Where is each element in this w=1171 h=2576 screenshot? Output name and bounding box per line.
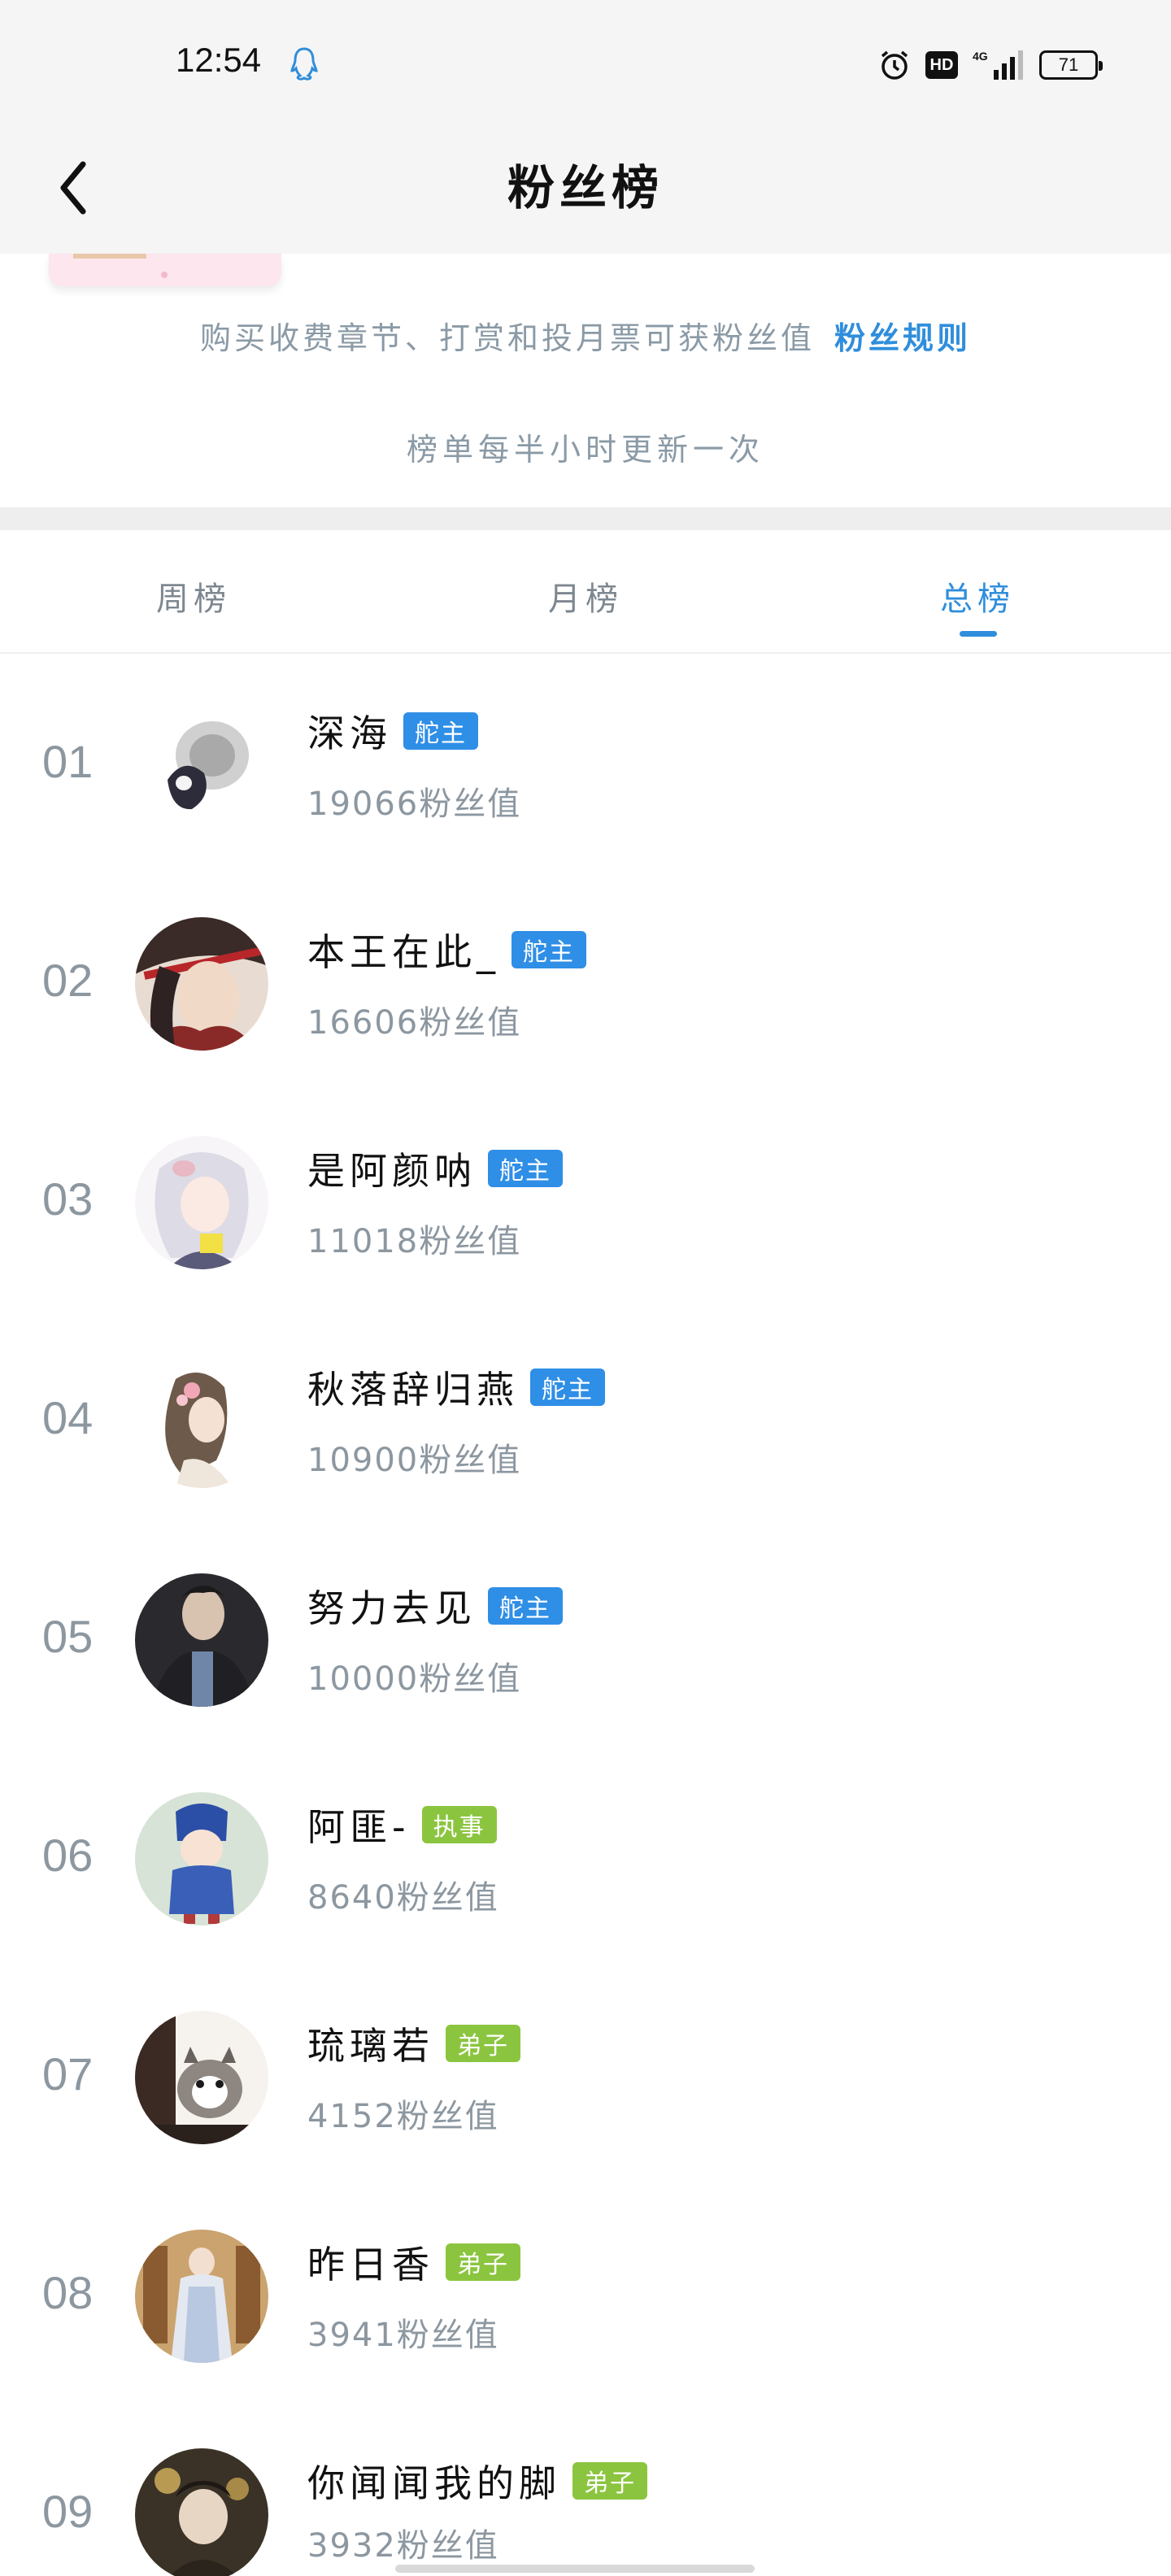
- banner-decoration: [73, 254, 146, 259]
- member-name: 昨日香: [307, 2243, 434, 2287]
- update-note: 榜单每半小时更新一次: [406, 432, 764, 468]
- rank-number: 05: [42, 1611, 94, 1662]
- list-item[interactable]: 04 秋落辞归燕 舵主 10900粉丝值: [0, 1312, 1171, 1530]
- rank-badge: 舵主: [488, 1150, 563, 1187]
- member-name-line: 琉璃若 弟子: [307, 2017, 520, 2070]
- avatar[interactable]: [135, 1355, 268, 1488]
- rank-number: 09: [42, 2486, 94, 2537]
- rank-badge: 舵主: [511, 931, 586, 968]
- member-name-line: 努力去见 舵主: [307, 1579, 563, 1633]
- tab-total[interactable]: 总榜: [940, 572, 1015, 620]
- rank-number: 06: [42, 1830, 94, 1881]
- rank-badge: 执事: [421, 1806, 497, 1843]
- ranking-tabs: 周榜 月榜 总榜: [0, 530, 1171, 654]
- fan-rules-link[interactable]: 粉丝规则: [834, 320, 971, 356]
- active-tab-indicator: [960, 631, 997, 637]
- signal-4g-icon: 4G: [973, 50, 1023, 80]
- avatar[interactable]: [135, 1136, 268, 1269]
- tab-week[interactable]: 周榜: [156, 572, 231, 620]
- avatar-image: [135, 917, 268, 1051]
- rank-number: 08: [42, 2267, 94, 2318]
- rank-badge: 舵主: [403, 712, 478, 750]
- list-item[interactable]: 05 努力去见 舵主 10000粉丝值: [0, 1530, 1171, 1749]
- member-name: 本王在此_: [307, 930, 500, 974]
- member-name: 阿匪-: [307, 1805, 411, 1849]
- member-name-line: 秋落辞归燕 舵主: [307, 1360, 605, 1414]
- rank-number: 07: [42, 2048, 94, 2100]
- fan-value: 3941粉丝值: [307, 2317, 499, 2354]
- member-name: 努力去见: [307, 1586, 477, 1630]
- alarm-icon: [881, 50, 908, 80]
- rank-number: 02: [42, 955, 94, 1006]
- list-item[interactable]: 02 本王在此_ 舵主 16606粉丝值: [0, 874, 1171, 1093]
- member-name-line: 昨日香 弟子: [307, 2235, 520, 2289]
- fan-value: 8640粉丝值: [307, 1879, 499, 1917]
- avatar[interactable]: [135, 2448, 268, 2576]
- rank-number: 03: [42, 1173, 94, 1225]
- member-name-line: 你闻闻我的脚 弟子: [307, 2454, 647, 2508]
- page-title: 粉丝榜: [507, 160, 664, 215]
- avatar[interactable]: [135, 1573, 268, 1707]
- avatar-image: [135, 698, 268, 832]
- qq-notification-icon: [290, 47, 318, 80]
- rules-text: 购买收费章节、打赏和投月票可获粉丝值: [199, 320, 815, 356]
- banner-dot: [161, 272, 168, 278]
- list-item[interactable]: 08 昨日香 弟子 3941粉丝值: [0, 2187, 1171, 2405]
- member-name-line: 阿匪- 执事: [307, 1798, 497, 1852]
- fan-value: 19066粉丝值: [307, 785, 522, 823]
- nav-bar: 粉丝榜: [0, 127, 1171, 254]
- avatar-image: [135, 1355, 268, 1488]
- banner-card-peek: [49, 254, 281, 286]
- rank-badge: 舵主: [530, 1368, 605, 1406]
- list-item[interactable]: 09 你闻闻我的脚 弟子 3932粉丝值: [0, 2405, 1171, 2576]
- rank-badge: 舵主: [488, 1587, 563, 1625]
- rank-badge: 弟子: [446, 2025, 520, 2062]
- hd-icon: HD: [925, 51, 958, 79]
- fan-value: 11018粉丝值: [307, 1223, 522, 1260]
- rank-number: 04: [42, 1392, 94, 1443]
- member-name: 你闻闻我的脚: [307, 2461, 561, 2505]
- section-divider: [0, 507, 1171, 530]
- avatar-image: [135, 1136, 268, 1269]
- list-item[interactable]: 01 深海 舵主 19066粉丝值: [0, 655, 1171, 874]
- avatar[interactable]: [135, 2230, 268, 2363]
- avatar[interactable]: [135, 917, 268, 1051]
- avatar-image: [135, 2230, 268, 2363]
- fan-value: 10900粉丝值: [307, 1442, 522, 1479]
- list-item[interactable]: 06 阿匪- 执事 8640粉丝值: [0, 1749, 1171, 1968]
- svg-text:4G: 4G: [973, 50, 988, 63]
- rank-number: 01: [42, 736, 94, 787]
- status-icons: HD 4G 71: [878, 47, 1103, 83]
- fan-value: 10000粉丝值: [307, 1660, 522, 1698]
- member-name: 秋落辞归燕: [307, 1368, 519, 1412]
- rank-badge: 弟子: [446, 2243, 520, 2281]
- member-name: 琉璃若: [307, 2024, 434, 2068]
- avatar-image: [135, 1792, 268, 1925]
- avatar-image: [135, 2011, 268, 2144]
- fan-value: 4152粉丝值: [307, 2098, 499, 2135]
- battery-icon: 71: [1039, 50, 1103, 80]
- member-name-line: 深海 舵主: [307, 704, 478, 758]
- avatar[interactable]: [135, 698, 268, 832]
- member-name-line: 本王在此_ 舵主: [307, 923, 586, 977]
- fan-value: 16606粉丝值: [307, 1004, 522, 1042]
- avatar-image: [135, 1573, 268, 1707]
- avatar[interactable]: [135, 1792, 268, 1925]
- list-item[interactable]: 07 琉璃若 弟子 4152粉丝值: [0, 1968, 1171, 2187]
- status-bar: 12:54 HD 4G 71: [0, 0, 1171, 127]
- status-time: 12:54: [176, 41, 262, 79]
- member-name: 是阿颜呐: [307, 1149, 477, 1193]
- avatar[interactable]: [135, 2011, 268, 2144]
- rank-badge: 弟子: [572, 2462, 647, 2500]
- tab-month[interactable]: 月榜: [548, 572, 623, 620]
- rules-description: 购买收费章节、打赏和投月票可获粉丝值 粉丝规则: [0, 313, 1171, 358]
- scroll-indicator: [395, 2565, 755, 2573]
- member-name-line: 是阿颜呐 舵主: [307, 1142, 563, 1195]
- avatar-image: [135, 2448, 268, 2576]
- member-name: 深海: [307, 711, 392, 755]
- list-item[interactable]: 03 是阿颜呐 舵主 11018粉丝值: [0, 1093, 1171, 1312]
- fan-value: 3932粉丝值: [307, 2527, 499, 2565]
